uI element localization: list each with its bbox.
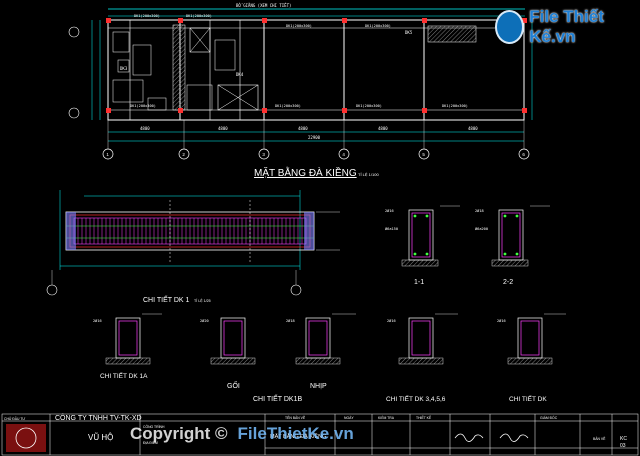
footer-watermark: Copyright © FileThietKe.vn: [130, 420, 510, 448]
footer-brand: FileThietKe.vn: [237, 424, 354, 443]
dim-bottom: 4800: [468, 126, 478, 131]
rebar-label: 2Ø16: [93, 318, 102, 323]
sheet-code: KC: [620, 436, 627, 442]
rebar-label: 2Ø18: [475, 208, 484, 213]
site-logo: File Thiết Kế.vn: [495, 7, 635, 46]
section-nhip: [295, 313, 356, 365]
cad-drawing: BỔ GIẰNG (XEM CHI TIẾT) DK1(200x300) DK1…: [1, 3, 639, 456]
room-tag: DK5: [405, 30, 413, 35]
rebar-label: 2Ø16: [387, 318, 396, 323]
room-tag: DK4: [236, 72, 244, 77]
dim-bottom: 4800: [218, 126, 228, 131]
dk1-scale: TỈ LỆ 1/25: [194, 298, 211, 303]
beam-label: DK1(200x300): [275, 104, 301, 108]
dim-total: 22900: [308, 135, 321, 140]
rebar-label: 2Ø18: [286, 318, 295, 323]
plan-annotation: BỔ GIẰNG (XEM CHI TIẾT): [236, 3, 291, 8]
section-2-2-label: 2-2: [503, 279, 513, 286]
grid-axis-label: 4: [342, 152, 345, 157]
section-dk1a: [105, 313, 162, 365]
dk-label: CHI TIẾT DK: [509, 393, 547, 403]
room-tag: DK3: [120, 66, 128, 71]
dk3456-label: CHI TIẾT DK 3,4,5,6: [386, 393, 446, 403]
rebar-label: Ø6a200: [475, 226, 488, 231]
goi-label: GỐI: [227, 380, 240, 390]
grid-axis-label: 2: [182, 152, 185, 157]
dk1b-label: CHI TIẾT DK1B: [253, 393, 302, 403]
rebar-label: 2Ø16: [385, 208, 394, 213]
section-1-1-label: 1-1: [414, 279, 424, 286]
rebar-label: 2Ø20: [200, 318, 209, 323]
dim-bottom: 4800: [298, 126, 308, 131]
nhip-label: NHỊP: [310, 383, 327, 390]
beam-label: DK1(200x300): [365, 24, 391, 28]
grid-axis-label: 6: [522, 152, 525, 157]
section-1-1: [401, 205, 460, 267]
logo-text: File Thiết Kế.vn: [529, 7, 604, 46]
beam-label: DK1(200x300): [186, 14, 212, 18]
sheet-label: BẢN VẼ: [593, 436, 606, 441]
owner-name: VŨ HỘ: [88, 433, 113, 442]
rebar-label: 2Ø16: [497, 318, 506, 323]
beam-label: DK1(200x300): [134, 14, 160, 18]
beam-label: DK1(200x300): [286, 24, 312, 28]
logo-icon: [495, 10, 525, 44]
beam-label: DK1(200x300): [130, 104, 156, 108]
owner-label: CHỦ ĐẦU TƯ: [4, 416, 25, 421]
grid-axis-label: 3: [262, 152, 265, 157]
plan-scale: TỈ LỆ 1/100: [358, 172, 379, 177]
dim-bottom: 4800: [378, 126, 388, 131]
dk1-elevation: [46, 190, 340, 296]
rebar-label: Ø6a150: [385, 226, 398, 231]
section-2-2: [491, 205, 550, 267]
beam-label: DK1(200x300): [356, 104, 382, 108]
grid-axis-label: 1: [106, 152, 109, 157]
beam-label: DK1(200x300): [442, 104, 468, 108]
dk1-title: CHI TIẾT DK 1: [143, 294, 190, 304]
section-dk3456: [398, 313, 458, 365]
copyright-text: Copyright ©: [130, 424, 228, 443]
section-goi: [210, 317, 256, 365]
section-dk: [507, 313, 566, 365]
plan-title: MẶT BẰNG ĐÀ KIỀNG: [254, 166, 357, 179]
sheet-num: 03: [620, 443, 626, 449]
director-label: GIÁM ĐỐC: [540, 415, 558, 420]
dk1a-label: CHI TIẾT DK 1A: [100, 370, 148, 380]
dim-bottom: 4800: [140, 126, 150, 131]
company-name: CÔNG TY TNHH TV-TK-XD: [55, 413, 142, 422]
grid-axis-label: 5: [422, 152, 425, 157]
foundation-beam-plan: [68, 8, 533, 160]
